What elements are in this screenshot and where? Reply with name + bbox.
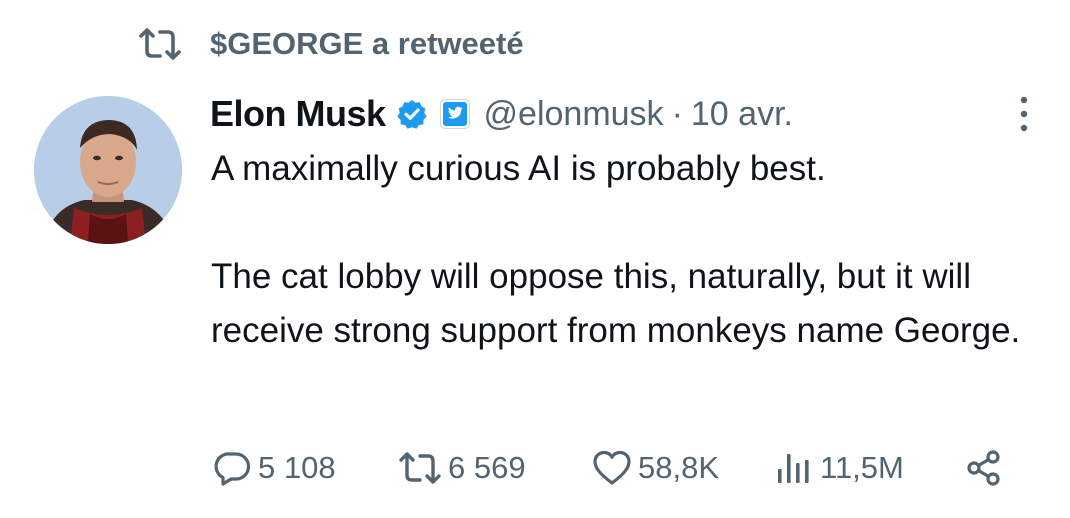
profile-photo <box>34 96 182 244</box>
retweet-icon <box>139 28 181 60</box>
author-avatar[interactable] <box>34 96 182 244</box>
retweet-icon <box>399 452 441 484</box>
share-icon <box>967 450 1000 486</box>
more-options-icon[interactable] <box>1012 94 1036 134</box>
reply-button[interactable]: 5 108 <box>214 440 336 496</box>
author-name[interactable]: Elon Musk <box>210 93 386 135</box>
tweet-header: Elon Musk @elonmusk · 10 avr. <box>210 90 793 138</box>
views-button[interactable]: 11,5M <box>774 440 904 496</box>
retweet-header-text: $GEORGE a retweeté <box>210 26 524 61</box>
reply-icon <box>214 452 251 486</box>
reply-count: 5 108 <box>258 450 336 485</box>
retweet-header[interactable]: $GEORGE a retweeté <box>138 24 524 64</box>
tweet-actions: 5 108 6 569 58,8K 11,5M <box>214 440 1014 496</box>
heart-icon <box>593 450 631 485</box>
verified-badge-icon[interactable] <box>396 98 428 130</box>
share-button[interactable] <box>964 440 1004 496</box>
tweet-text-line2: The cat lobby will oppose this, naturall… <box>211 257 1021 350</box>
tweet-text-line1: A maximally curious AI is probably best. <box>211 149 826 188</box>
retweet-button[interactable]: 6 569 <box>398 440 526 496</box>
tweet-timestamp[interactable]: 10 avr. <box>691 95 793 134</box>
retweet-count: 6 569 <box>448 450 526 485</box>
like-count: 58,8K <box>638 450 720 485</box>
views-count: 11,5M <box>820 450 904 485</box>
like-button[interactable]: 58,8K <box>592 440 719 496</box>
author-handle[interactable]: @elonmusk <box>484 95 664 134</box>
x-affiliate-badge-icon[interactable] <box>439 99 470 129</box>
views-bar-chart-icon <box>778 454 809 483</box>
separator-dot: · <box>671 94 683 133</box>
tweet-text: A maximally curious AI is probably best.… <box>211 142 1051 358</box>
